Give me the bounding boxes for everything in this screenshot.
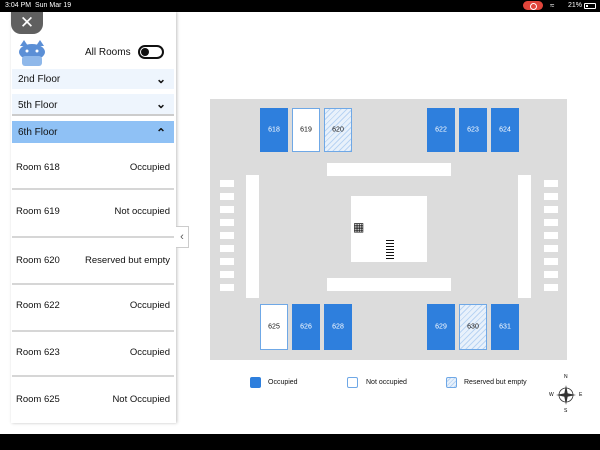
map-room-630[interactable]: 630 [459, 304, 487, 350]
room-status: Occupied [129, 300, 170, 311]
map-room-629[interactable]: 629 [427, 304, 455, 350]
map-room-624[interactable]: 624 [491, 108, 519, 152]
status-time: 3:04 PM [5, 2, 32, 9]
room-list-item[interactable]: Room 623 Occupied [12, 347, 174, 377]
status-date: Sun Mar 19 [35, 2, 72, 9]
room-name: Room 620 [16, 255, 60, 266]
legend-not-occupied-swatch [347, 377, 358, 388]
map-room-618[interactable]: 618 [260, 108, 288, 152]
floor-label: 6th Floor [18, 127, 58, 138]
map-room-626[interactable]: 626 [292, 304, 320, 350]
floor-5-header[interactable]: 5th Floor ⌄ [12, 94, 174, 116]
chevron-left-icon: ‹ [180, 231, 184, 243]
compass-icon: N S W E [549, 374, 583, 414]
status-bar: 3:04 PM Sun Mar 19 ≈ 21% [0, 0, 600, 12]
compass-s: S [564, 408, 568, 414]
map-room-623[interactable]: 623 [459, 108, 487, 152]
corridor-right [518, 175, 531, 298]
compass-e: E [579, 392, 583, 398]
elevator-icon: ▦ [353, 220, 365, 234]
mascot-logo [16, 40, 48, 68]
legend-occupied-label: Occupied [268, 379, 298, 386]
chevron-up-icon: ⌃ [155, 126, 166, 140]
room-name: Room 618 [16, 162, 60, 173]
corridor-top [327, 163, 451, 176]
battery-icon [584, 3, 596, 9]
legend-reserved-swatch [446, 377, 457, 388]
room-name: Room 619 [16, 206, 60, 217]
corridor-left [246, 175, 259, 298]
screen-recording-icon [523, 1, 543, 10]
room-name: Room 622 [16, 300, 60, 311]
map-room-619[interactable]: 619 [292, 108, 320, 152]
row-divider [12, 188, 174, 190]
floor-2-header[interactable]: 2nd Floor ⌄ [12, 69, 174, 89]
room-status: Reserved but empty [84, 255, 170, 266]
room-list-item[interactable]: Room 619 Not occupied [12, 206, 174, 238]
room-status: Occupied [129, 162, 170, 173]
compass-n: N [564, 374, 568, 380]
room-list-item[interactable]: Room 625 Not Occupied [12, 394, 174, 414]
chevron-down-icon: ⌄ [155, 97, 166, 111]
corridor-bottom [327, 278, 451, 291]
all-rooms-toggle[interactable] [138, 45, 164, 59]
compass-w: W [549, 392, 554, 398]
map-room-622[interactable]: 622 [427, 108, 455, 152]
stairs-icon [386, 240, 394, 259]
room-list-item[interactable]: Room 618 Occupied [12, 162, 174, 190]
map-room-625[interactable]: 625 [260, 304, 288, 350]
room-list-item[interactable]: Room 622 Occupied [12, 300, 174, 332]
floor-label: 5th Floor [18, 100, 58, 111]
collapse-sidebar-button[interactable]: ‹ [176, 226, 189, 248]
map-room-620[interactable]: 620 [324, 108, 352, 152]
room-list-item[interactable]: Room 620 Reserved but empty [12, 255, 174, 285]
close-icon: ✕ [19, 13, 35, 32]
room-status: Occupied [129, 347, 170, 358]
floor-6-header[interactable]: 6th Floor ⌃ [12, 121, 174, 143]
legend-not-occupied-label: Not occupied [366, 379, 407, 386]
battery-percent: 21% [568, 2, 583, 9]
map-room-628[interactable]: 628 [324, 304, 352, 350]
wifi-icon: ≈ [550, 1, 555, 10]
row-divider [12, 375, 174, 377]
room-status: Not Occupied [112, 394, 170, 405]
floor-label: 2nd Floor [18, 74, 61, 85]
legend-reserved-label: Reserved but empty [464, 379, 527, 386]
row-divider [12, 283, 174, 285]
close-button[interactable]: ✕ [11, 12, 43, 34]
room-name: Room 623 [16, 347, 60, 358]
toggle-knob [141, 48, 149, 56]
all-rooms-label: All Rooms [85, 47, 131, 58]
room-status: Not occupied [114, 206, 170, 217]
home-indicator-area [0, 434, 600, 450]
chevron-down-icon: ⌄ [155, 72, 166, 86]
legend-occupied-swatch [250, 377, 261, 388]
room-name: Room 625 [16, 394, 60, 405]
row-divider [12, 330, 174, 332]
map-room-631[interactable]: 631 [491, 304, 519, 350]
row-divider [12, 236, 174, 238]
